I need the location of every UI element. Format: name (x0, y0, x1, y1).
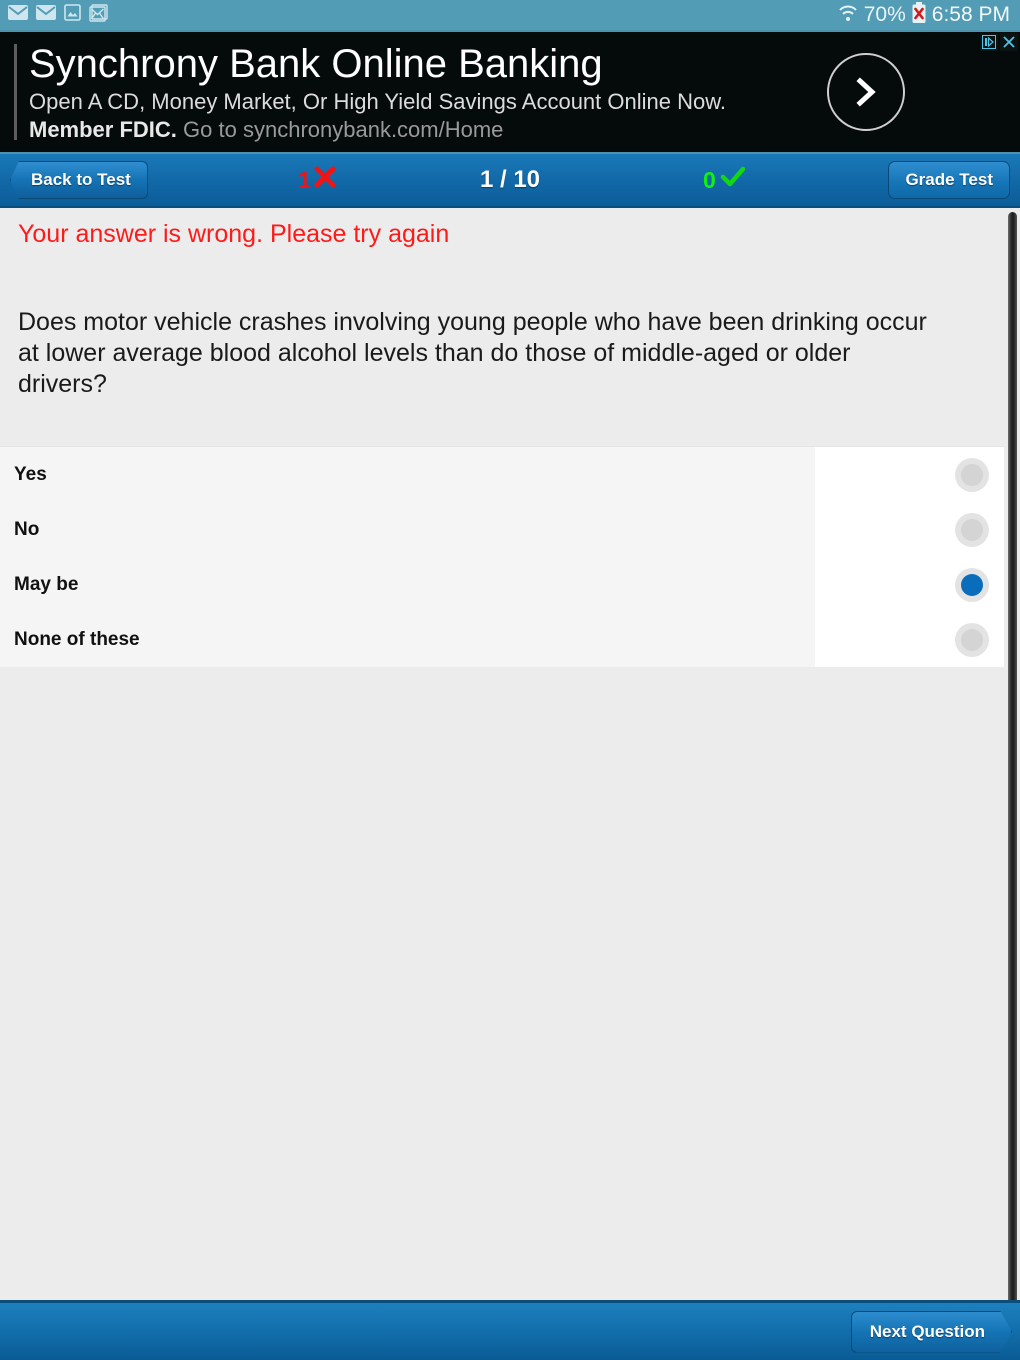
cross-mark-icon (313, 165, 337, 195)
option-label: May be (14, 573, 79, 595)
correct-score-indicator: 0 (703, 165, 746, 195)
question-counter: 1 / 10 (479, 166, 541, 193)
ad-choices-controls[interactable] (980, 33, 1018, 51)
email-icon (36, 5, 56, 25)
quiz-content-area: Your answer is wrong. Please try again D… (0, 208, 1020, 1300)
back-to-test-button[interactable]: Back to Test (10, 161, 148, 199)
scrollbar-thumb[interactable] (1008, 212, 1017, 1300)
check-mark-icon (720, 165, 746, 195)
ad-accent-bar (14, 44, 17, 140)
option-row[interactable]: Yes (0, 447, 1004, 502)
ad-subline-1: Open A CD, Money Market, Or High Yield S… (29, 88, 727, 114)
radio-dot (961, 463, 983, 486)
vertical-scrollbar[interactable] (1004, 208, 1020, 1300)
ad-subline-2: Member FDIC. Go to synchronybank.com/Hom… (29, 116, 827, 144)
close-icon[interactable] (1000, 33, 1018, 51)
email-icon (8, 5, 28, 25)
option-row[interactable]: No (0, 502, 1004, 557)
radio-button-yes[interactable] (955, 457, 989, 492)
option-row[interactable]: May be (0, 557, 1004, 612)
quiz-scroll-content: Your answer is wrong. Please try again D… (0, 208, 1004, 1300)
android-status-bar: 70% 6:58 PM (0, 0, 1020, 30)
ad-url: Go to synchronybank.com/Home (183, 116, 504, 142)
quiz-toolbar: Back to Test 1 1 / 10 0 Grade Test (0, 154, 1020, 208)
status-notification-icons (8, 3, 108, 27)
correct-count-label: 0 (703, 166, 716, 193)
radio-dot (961, 628, 983, 651)
gmail-icon (89, 3, 108, 27)
radio-button-may-be[interactable] (955, 567, 989, 602)
ad-headline: Synchrony Bank Online Banking (29, 41, 603, 86)
status-clock: 6:58 PM (931, 3, 1010, 26)
wrong-count-label: 1 (298, 166, 311, 193)
battery-error-icon (911, 1, 927, 29)
radio-button-none-of-these[interactable] (955, 622, 989, 657)
answer-feedback-message: Your answer is wrong. Please try again (18, 220, 450, 248)
radio-dot (961, 573, 983, 596)
option-label: No (14, 518, 40, 540)
radio-button-no[interactable] (955, 512, 989, 547)
ad-text-block: Synchrony Bank Online Banking Open A CD,… (29, 41, 827, 144)
battery-percent-label: 70% (863, 3, 906, 26)
option-row[interactable]: None of these (0, 612, 1004, 667)
radio-dot (961, 518, 983, 541)
option-label: Yes (14, 463, 47, 485)
next-question-button[interactable]: Next Question (851, 1311, 1012, 1353)
grade-test-button[interactable]: Grade Test (888, 161, 1010, 199)
bottom-action-bar: Next Question (0, 1300, 1020, 1360)
answer-options-list: Yes No May be None of these (0, 446, 1004, 667)
wifi-icon (837, 3, 859, 28)
adchoices-icon[interactable] (980, 33, 998, 51)
status-system-icons: 70% 6:58 PM (837, 1, 1010, 29)
option-label: None of these (14, 628, 140, 650)
ad-member-fdic: Member FDIC. (29, 116, 177, 142)
app-screen: 70% 6:58 PM Synchrony Bank Online Bankin… (0, 0, 1020, 1360)
advertisement-banner[interactable]: Synchrony Bank Online Banking Open A CD,… (0, 30, 1020, 154)
question-text: Does motor vehicle crashes involving you… (18, 308, 927, 398)
photo-icon (64, 4, 81, 26)
chevron-right-circle-icon[interactable] (827, 53, 905, 131)
wrong-score-indicator: 1 (298, 165, 337, 195)
ad-content: Synchrony Bank Online Banking Open A CD,… (0, 32, 1020, 152)
